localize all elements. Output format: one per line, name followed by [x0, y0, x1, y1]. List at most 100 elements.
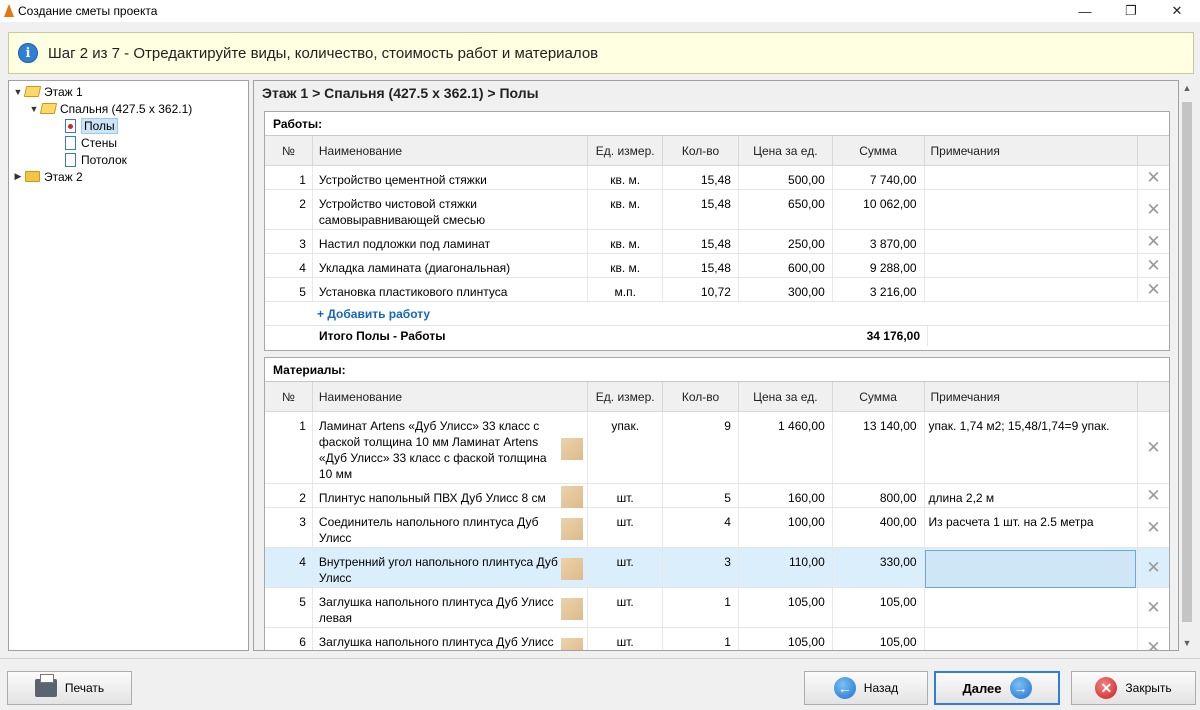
quantity-cell[interactable]: 10,72: [663, 278, 739, 301]
collapse-icon[interactable]: ▼: [29, 104, 39, 114]
quantity-cell[interactable]: 15,48: [663, 254, 739, 277]
note-cell[interactable]: длина 2,2 м: [925, 484, 1139, 507]
unit-cell[interactable]: м.п.: [588, 278, 664, 301]
unit-cell[interactable]: шт.: [588, 588, 664, 627]
column-header[interactable]: Цена за ед.: [739, 136, 833, 165]
unit-cell[interactable]: шт.: [588, 508, 664, 547]
scroll-down-icon[interactable]: ▼: [1179, 635, 1195, 651]
material-name[interactable]: Плинтус напольный ПВХ Дуб Улисс 8 см: [313, 484, 589, 508]
add-work-link[interactable]: + Добавить работу: [265, 302, 1169, 326]
price-cell[interactable]: 250,00: [739, 230, 833, 253]
unit-cell[interactable]: шт.: [588, 548, 664, 587]
back-button[interactable]: ← Назад: [804, 671, 928, 705]
price-cell[interactable]: 500,00: [739, 166, 833, 189]
print-button[interactable]: Печать: [7, 671, 132, 705]
unit-cell[interactable]: кв. м.: [588, 166, 664, 189]
price-cell[interactable]: 1 460,00: [739, 412, 833, 483]
column-header[interactable]: Цена за ед.: [739, 382, 833, 411]
quantity-cell[interactable]: 1: [663, 588, 739, 627]
price-cell[interactable]: 160,00: [739, 484, 833, 507]
work-name[interactable]: Укладка ламината (диагональная): [313, 254, 589, 277]
column-header[interactable]: Кол-во: [663, 382, 739, 411]
delete-icon[interactable]: ✕: [1138, 166, 1169, 189]
delete-icon[interactable]: ✕: [1138, 230, 1169, 253]
column-header[interactable]: Наименование: [313, 382, 589, 411]
material-name[interactable]: Заглушка напольного плинтуса Дуб Улисс: [313, 628, 589, 650]
tree-item-room[interactable]: ▼ Спальня (427.5 x 362.1): [29, 100, 193, 117]
unit-cell[interactable]: упак.: [588, 412, 664, 483]
next-button[interactable]: Далее →: [934, 671, 1060, 705]
unit-cell[interactable]: кв. м.: [588, 190, 664, 229]
restore-button[interactable]: ❐: [1108, 0, 1154, 22]
delete-icon[interactable]: ✕: [1138, 548, 1169, 587]
note-cell[interactable]: [925, 230, 1139, 253]
unit-cell[interactable]: шт.: [588, 628, 664, 650]
column-header[interactable]: Сумма: [833, 136, 925, 165]
table-row[interactable]: 5 Заглушка напольного плинтуса Дуб Улисс …: [265, 588, 1169, 628]
quantity-cell[interactable]: 5: [663, 484, 739, 507]
tree-item-floor1[interactable]: ▼ Этаж 1: [13, 83, 83, 100]
tree-item-floors[interactable]: Полы: [65, 117, 118, 134]
note-cell[interactable]: Из расчета 1 шт. на 2.5 метра: [925, 508, 1139, 547]
delete-icon[interactable]: ✕: [1138, 412, 1169, 483]
table-row[interactable]: 3 Настил подложки под ламинат кв. м. 15,48 2…: [265, 230, 1169, 254]
unit-cell[interactable]: кв. м.: [588, 254, 664, 277]
note-cell[interactable]: [925, 254, 1139, 277]
quantity-cell[interactable]: 3: [663, 548, 739, 587]
delete-icon[interactable]: ✕: [1138, 628, 1169, 651]
table-row[interactable]: 1 Устройство цементной стяжки кв. м. 15,48 5…: [265, 166, 1169, 190]
quantity-cell[interactable]: 15,48: [663, 166, 739, 189]
price-cell[interactable]: 110,00: [739, 548, 833, 587]
table-row[interactable]: 4 Внутренний угол напольного плинтуса Дуб…: [265, 548, 1169, 588]
price-cell[interactable]: 100,00: [739, 508, 833, 547]
price-cell[interactable]: 105,00: [739, 628, 833, 650]
quantity-cell[interactable]: 9: [663, 412, 739, 483]
column-header[interactable]: Ед. измер.: [588, 136, 664, 165]
unit-cell[interactable]: шт.: [588, 484, 664, 507]
column-header[interactable]: №: [265, 382, 313, 411]
material-name[interactable]: Соединитель напольного плинтуса Дуб Улис…: [313, 508, 589, 547]
close-window-button[interactable]: ✕: [1154, 0, 1200, 22]
material-name[interactable]: Внутренний угол напольного плинтуса Дуб …: [313, 548, 589, 587]
column-header[interactable]: Сумма: [833, 382, 925, 411]
unit-cell[interactable]: кв. м.: [588, 230, 664, 253]
column-header[interactable]: Примечания: [925, 382, 1139, 411]
note-cell[interactable]: упак. 1,74 м2; 15,48/1,74=9 упак.: [925, 412, 1139, 483]
vertical-scrollbar[interactable]: ▲ ▼: [1179, 80, 1195, 651]
delete-icon[interactable]: ✕: [1138, 190, 1169, 229]
table-row[interactable]: 5 Установка пластикового плинтуса м.п. 10,7…: [265, 278, 1169, 302]
tree-item-walls[interactable]: Стены: [65, 134, 117, 151]
delete-icon[interactable]: ✕: [1138, 484, 1169, 507]
close-button[interactable]: ✕ Закрыть: [1071, 671, 1196, 705]
material-name[interactable]: Ламинат Artens «Дуб Улисс» 33 класс с фа…: [313, 412, 589, 483]
tree-item-ceiling[interactable]: Потолок: [65, 151, 127, 168]
table-row[interactable]: 1 Ламинат Artens «Дуб Улисс» 33 класс с ф…: [265, 412, 1169, 484]
scroll-thumb[interactable]: [1182, 102, 1192, 622]
price-cell[interactable]: 105,00: [739, 588, 833, 627]
price-cell[interactable]: 650,00: [739, 190, 833, 229]
work-name[interactable]: Установка пластикового плинтуса: [313, 278, 589, 301]
column-header[interactable]: Ед. измер.: [588, 382, 664, 411]
collapse-icon[interactable]: ▼: [13, 87, 23, 97]
column-header[interactable]: Наименование: [313, 136, 589, 165]
table-row[interactable]: 3 Соединитель напольного плинтуса Дуб Ули…: [265, 508, 1169, 548]
scroll-up-icon[interactable]: ▲: [1179, 80, 1195, 96]
delete-icon[interactable]: ✕: [1138, 254, 1169, 277]
delete-icon[interactable]: ✕: [1138, 278, 1169, 301]
quantity-cell[interactable]: 15,48: [663, 230, 739, 253]
table-row[interactable]: 2 Плинтус напольный ПВХ Дуб Улисс 8 см шт.…: [265, 484, 1169, 508]
note-cell[interactable]: [925, 588, 1139, 627]
table-row[interactable]: 4 Укладка ламината (диагональная) кв. м. 15…: [265, 254, 1169, 278]
table-row[interactable]: 2 Устройство чистовой стяжки самовыравнив…: [265, 190, 1169, 230]
note-cell[interactable]: [925, 628, 1139, 650]
minimize-button[interactable]: —: [1062, 0, 1108, 22]
note-cell[interactable]: [925, 278, 1139, 301]
column-header[interactable]: Кол-во: [663, 136, 739, 165]
price-cell[interactable]: 600,00: [739, 254, 833, 277]
quantity-cell[interactable]: 15,48: [663, 190, 739, 229]
note-cell[interactable]: [924, 548, 1139, 588]
tree-item-floor2[interactable]: ▶ Этаж 2: [13, 168, 83, 185]
quantity-cell[interactable]: 4: [663, 508, 739, 547]
work-name[interactable]: Настил подложки под ламинат: [313, 230, 589, 253]
work-name[interactable]: Устройство чистовой стяжки самовыравнива…: [313, 190, 589, 229]
